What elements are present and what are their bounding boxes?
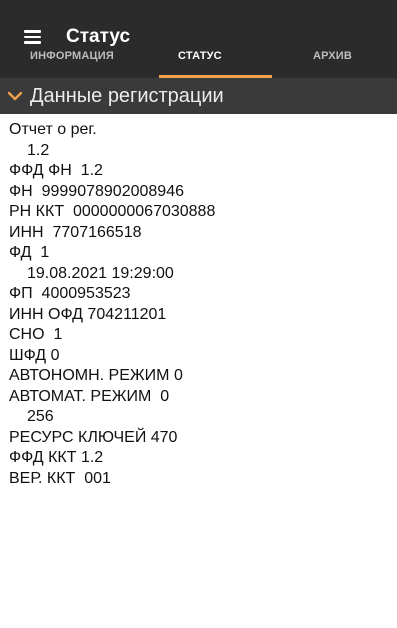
- tab-archive[interactable]: АРХИВ: [313, 50, 352, 62]
- key-resource: РЕСУРС КЛЮЧЕЙ 470: [9, 428, 178, 446]
- tab-information[interactable]: ИНФОРМАЦИЯ: [30, 50, 114, 62]
- fn-number: ФН 9999078902008946: [9, 182, 184, 200]
- kkt-version: ВЕР. ККТ 001: [9, 469, 111, 487]
- sno: СНО 1: [9, 326, 63, 343]
- ffd-kkt: ФФД ККТ 1.2: [9, 449, 104, 466]
- rn-kkt: РН ККТ 0000000067030888: [9, 203, 216, 220]
- section-title: Данные регистрации: [30, 84, 224, 107]
- fp-number: ФП 4000953523: [9, 285, 131, 302]
- report-label: Отчет о рег.: [9, 121, 97, 138]
- tab-status[interactable]: СТАТУС: [178, 50, 222, 62]
- chevron-down-icon[interactable]: [6, 87, 24, 105]
- inn-ofd: ИНН ОФД 704211201: [9, 305, 167, 323]
- section-header[interactable]: Данные регистрации: [0, 78, 397, 114]
- automatic-mode: АВТОМАТ. РЕЖИМ 0: [9, 387, 170, 405]
- shfd: ШФД 0: [9, 346, 60, 364]
- report-version: 1.2: [27, 141, 50, 159]
- app-bar: Статус ИНФОРМАЦИЯ СТАТУС АРХИВ: [0, 0, 397, 78]
- ffd-fn: ФФД ФН 1.2: [9, 162, 103, 179]
- tab-bar: ИНФОРМАЦИЯ СТАТУС АРХИВ: [0, 36, 397, 78]
- inn: ИНН 7707166518: [9, 223, 142, 241]
- registration-data: Отчет о рег. 1.2 ФФД ФН 1.2 ФН 999907890…: [0, 114, 397, 489]
- timestamp: 19.08.2021 19:29:00: [27, 264, 174, 282]
- autonomous-mode: АВТОНОМН. РЕЖИМ 0: [9, 367, 183, 384]
- mode-value: 256: [27, 408, 54, 425]
- active-tab-indicator: [159, 75, 272, 78]
- fd-number: ФД 1: [9, 244, 50, 261]
